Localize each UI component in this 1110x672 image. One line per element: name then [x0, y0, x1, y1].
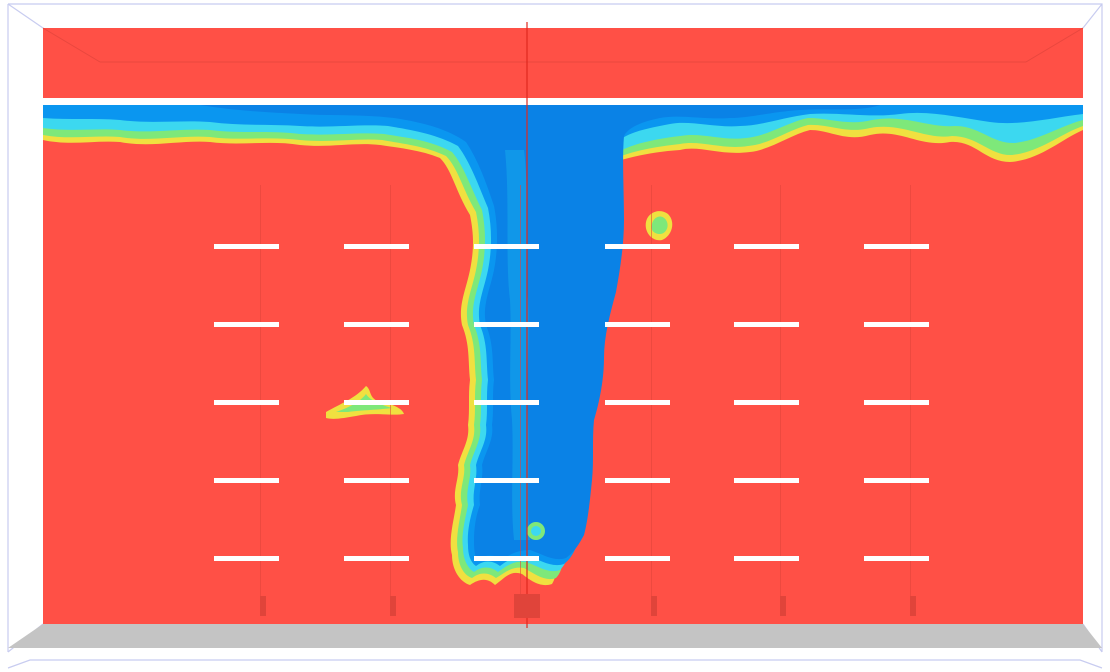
plate-r1-c2 — [344, 244, 409, 249]
floor-inlet-block — [514, 594, 540, 618]
plate-r5-c4 — [605, 556, 670, 561]
plate-r1-c4 — [605, 244, 670, 249]
plate-r2-c6 — [864, 322, 929, 327]
floor-nub-2 — [390, 596, 396, 616]
plate-r2-c5 — [734, 322, 799, 327]
simulation-viewport[interactable] — [0, 0, 1110, 672]
floor-nub-4 — [651, 596, 657, 616]
plate-r3-c5 — [734, 400, 799, 405]
plate-r1-c6 — [864, 244, 929, 249]
plate-r3-c2 — [344, 400, 409, 405]
plate-r4-c5 — [734, 478, 799, 483]
ceiling-gap — [43, 98, 1083, 105]
plate-r3-c3 — [474, 400, 539, 405]
plate-r3-c6 — [864, 400, 929, 405]
plate-r2-c4 — [605, 322, 670, 327]
plate-r1-c5 — [734, 244, 799, 249]
plate-r5-c5 — [734, 556, 799, 561]
plate-r1-c3 — [474, 244, 539, 249]
plate-r3-c1 — [214, 400, 279, 405]
plate-r5-c2 — [344, 556, 409, 561]
plate-r4-c1 — [214, 478, 279, 483]
plate-r4-c3 — [474, 478, 539, 483]
plate-r5-c1 — [214, 556, 279, 561]
plume-eddy-core — [531, 526, 541, 536]
floor-nub-1 — [260, 596, 266, 616]
plate-r3-c4 — [605, 400, 670, 405]
plate-r4-c2 — [344, 478, 409, 483]
plate-r5-c6 — [864, 556, 929, 561]
cfd-temperature-contour — [7, 3, 1103, 669]
floor-nub-5 — [780, 596, 786, 616]
floor-nub-6 — [910, 596, 916, 616]
plate-r5-c3 — [474, 556, 539, 561]
plate-r2-c3 — [474, 322, 539, 327]
plate-r2-c2 — [344, 322, 409, 327]
plate-r4-c6 — [864, 478, 929, 483]
plate-r1-c1 — [214, 244, 279, 249]
plate-r2-c1 — [214, 322, 279, 327]
floor-plane — [8, 624, 1102, 648]
plate-r4-c4 — [605, 478, 670, 483]
